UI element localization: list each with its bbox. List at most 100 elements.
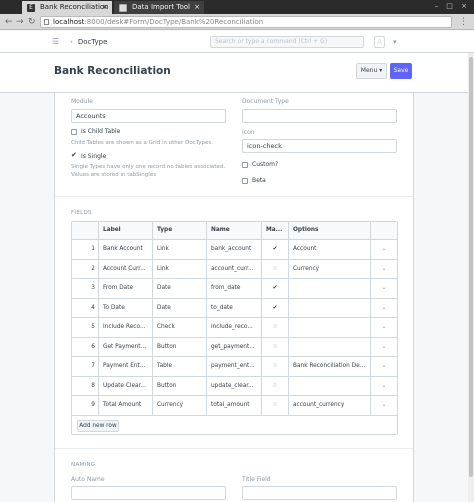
row-edit-chevron-down-icon[interactable]: ⌄ xyxy=(371,338,397,357)
table-row[interactable]: 3 From Date Date from_date ✔ ⌄ xyxy=(72,279,397,299)
table-row[interactable]: 9 Total Amount Currency total_amount ⊘ accoun… xyxy=(72,396,397,416)
browser-tab-data-import-tool[interactable]: Data Import Tool × xyxy=(114,1,204,14)
grid-cell-mandatory[interactable]: ⊘ xyxy=(262,259,289,278)
save-button[interactable]: Save xyxy=(390,63,412,79)
url-input[interactable]: localhost:8000/desk#Form/DocType/Bank%20… xyxy=(40,16,452,28)
grid-cell-label[interactable]: Payment Ent... xyxy=(99,357,153,376)
grid-cell-name[interactable]: from_date xyxy=(207,279,262,298)
grid-cell-label[interactable]: Get Payment... xyxy=(99,337,153,356)
grid-cell-type[interactable]: Link xyxy=(153,240,207,259)
help-dropdown-icon[interactable]: ▾ xyxy=(393,36,397,48)
grid-cell-type[interactable]: Currency xyxy=(153,396,207,415)
table-row[interactable]: 2 Account Curr... Link account_curr... ⊘ Curr… xyxy=(72,259,397,279)
browser-menu-icon[interactable]: ⋮ xyxy=(459,16,468,28)
hamburger-menu-icon[interactable]: ☰ xyxy=(52,38,59,46)
close-tab-icon[interactable]: × xyxy=(194,1,200,14)
grid-cell-options[interactable]: Bank Reconciliation De... xyxy=(289,357,371,376)
grid-cell-type[interactable]: Button xyxy=(153,337,207,356)
grid-cell-mandatory[interactable]: ✔ xyxy=(262,240,289,259)
grid-cell-type[interactable]: Link xyxy=(153,259,207,278)
menu-button[interactable]: Menu ▾ xyxy=(356,63,387,79)
grid-cell-mandatory[interactable]: ⊘ xyxy=(262,357,289,376)
grid-cell-options[interactable] xyxy=(289,318,371,337)
row-edit-chevron-down-icon[interactable]: ⌄ xyxy=(371,377,397,396)
grid-cell-label[interactable]: Include Reco... xyxy=(99,318,153,337)
table-row[interactable]: 7 Payment Ent... Table payment_ent... ⊘ Bank … xyxy=(72,357,397,377)
row-edit-chevron-down-icon[interactable]: ⌄ xyxy=(371,396,397,415)
add-new-row-button[interactable]: Add new row xyxy=(77,420,119,432)
grid-cell-name[interactable]: get_payment... xyxy=(207,337,262,356)
page-info-icon[interactable] xyxy=(44,19,49,25)
icon-field[interactable]: icon-check xyxy=(242,139,397,153)
grid-cell-mandatory[interactable]: ⊘ xyxy=(262,396,289,415)
page-scrollbar[interactable] xyxy=(468,53,474,502)
grid-cell-mandatory[interactable]: ⊘ xyxy=(262,376,289,395)
grid-cell-type[interactable]: Check xyxy=(153,318,207,337)
grid-cell-options[interactable] xyxy=(289,337,371,356)
grid-cell-mandatory[interactable]: ✔ xyxy=(262,298,289,317)
is-single-check-icon[interactable]: ✔ xyxy=(71,152,77,159)
grid-cell-mandatory[interactable]: ⊘ xyxy=(262,337,289,356)
reload-icon[interactable]: ↻ xyxy=(28,16,36,28)
grid-cell-label[interactable]: From Date xyxy=(99,279,153,298)
grid-cell-name[interactable]: total_amount xyxy=(207,396,262,415)
close-tab-icon[interactable]: × xyxy=(102,1,108,14)
back-arrow-icon[interactable]: ← xyxy=(5,16,13,28)
table-row[interactable]: 6 Get Payment... Button get_payment... ⊘ ⌄ xyxy=(72,337,397,357)
grid-cell-name[interactable]: account_curr... xyxy=(207,259,262,278)
grid-cell-name[interactable]: update_clear... xyxy=(207,376,262,395)
grid-cell-index[interactable]: 9 xyxy=(72,396,99,415)
grid-cell-name[interactable]: include_reco... xyxy=(207,318,262,337)
table-row[interactable]: 1 Bank Account Link bank_account ✔ Account ⌄ xyxy=(72,240,397,260)
grid-cell-index[interactable]: 8 xyxy=(72,376,99,395)
grid-cell-index[interactable]: 4 xyxy=(72,298,99,317)
grid-cell-label[interactable]: Bank Account xyxy=(99,240,153,259)
grid-cell-label[interactable]: To Date xyxy=(99,298,153,317)
grid-cell-options[interactable] xyxy=(289,279,371,298)
grid-cell-type[interactable]: Button xyxy=(153,376,207,395)
breadcrumb-doctype[interactable]: DocType xyxy=(78,38,108,46)
window-controls[interactable]: – □ × xyxy=(435,2,470,10)
grid-cell-options[interactable]: Currency xyxy=(289,259,371,278)
grid-cell-label[interactable]: Update Clear... xyxy=(99,376,153,395)
table-row[interactable]: 5 Include Reco... Check include_reco... ⊘ ⌄ xyxy=(72,318,397,338)
table-row[interactable]: 4 To Date Date to_date ✔ ⌄ xyxy=(72,298,397,318)
row-edit-chevron-down-icon[interactable]: ⌄ xyxy=(371,240,397,259)
grid-cell-index[interactable]: 7 xyxy=(72,357,99,376)
grid-cell-index[interactable]: 1 xyxy=(72,240,99,259)
search-input[interactable]: Search or type a command (Ctrl + G) xyxy=(210,36,364,48)
browser-tab-bank-reconciliation[interactable]: E Bank Reconciliation × xyxy=(22,1,112,14)
grid-cell-type[interactable]: Table xyxy=(153,357,207,376)
grid-cell-index[interactable]: 2 xyxy=(72,259,99,278)
grid-cell-label[interactable]: Total Amount xyxy=(99,396,153,415)
forward-arrow-icon[interactable]: → xyxy=(16,16,24,28)
grid-cell-type[interactable]: Date xyxy=(153,298,207,317)
grid-cell-mandatory[interactable]: ⊘ xyxy=(262,318,289,337)
grid-cell-label[interactable]: Account Curr... xyxy=(99,259,153,278)
grid-cell-type[interactable]: Date xyxy=(153,279,207,298)
grid-cell-options[interactable]: Account xyxy=(289,240,371,259)
grid-cell-options[interactable] xyxy=(289,298,371,317)
is-child-table-checkbox[interactable] xyxy=(71,129,77,135)
avatar[interactable]: A xyxy=(374,36,385,48)
row-edit-chevron-down-icon[interactable]: ⌄ xyxy=(371,260,397,279)
grid-cell-options[interactable] xyxy=(289,376,371,395)
breadcrumb[interactable]: ‹ DocType xyxy=(70,37,107,47)
grid-cell-mandatory[interactable]: ✔ xyxy=(262,279,289,298)
grid-cell-index[interactable]: 6 xyxy=(72,337,99,356)
grid-cell-name[interactable]: bank_account xyxy=(207,240,262,259)
row-edit-chevron-down-icon[interactable]: ⌄ xyxy=(371,279,397,298)
custom-checkbox[interactable] xyxy=(242,162,248,168)
grid-cell-index[interactable]: 5 xyxy=(72,318,99,337)
row-edit-chevron-down-icon[interactable]: ⌄ xyxy=(371,357,397,376)
module-field[interactable]: Accounts xyxy=(71,109,226,123)
grid-cell-name[interactable]: payment_ent... xyxy=(207,357,262,376)
table-row[interactable]: 8 Update Clear... Button update_clear... ⊘ ⌄ xyxy=(72,376,397,396)
row-edit-chevron-down-icon[interactable]: ⌄ xyxy=(371,299,397,318)
autoname-field[interactable] xyxy=(71,486,226,500)
document-type-field[interactable] xyxy=(242,109,397,123)
grid-cell-name[interactable]: to_date xyxy=(207,298,262,317)
grid-cell-options[interactable]: account_currency xyxy=(289,396,371,415)
title-field-input[interactable] xyxy=(242,486,397,500)
grid-cell-index[interactable]: 3 xyxy=(72,279,99,298)
